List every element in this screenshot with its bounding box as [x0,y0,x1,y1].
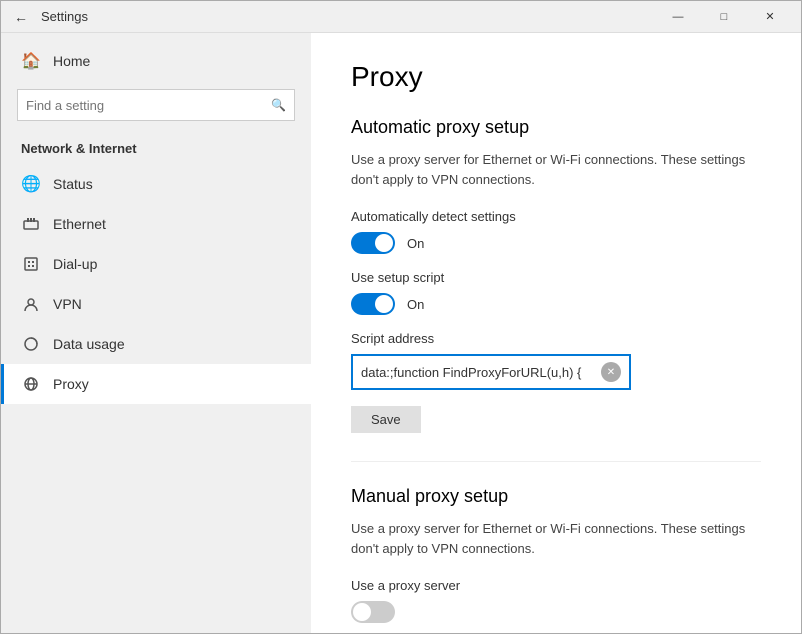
sidebar-item-label: Proxy [53,376,89,392]
auto-detect-label: Automatically detect settings [351,209,761,224]
search-input[interactable] [26,98,271,113]
window-controls: — □ ✕ [655,1,793,33]
script-address-label: Script address [351,331,761,346]
window-content: 🏠 Home 🔍 Network & Internet 🌐 Status [1,33,801,633]
setup-script-state: On [407,297,424,312]
script-address-field[interactable]: ✕ [351,354,631,390]
use-proxy-label: Use a proxy server [351,578,761,593]
save-button[interactable]: Save [351,406,421,433]
manual-description: Use a proxy server for Ethernet or Wi-Fi… [351,519,761,558]
search-box[interactable]: 🔍 [17,89,295,121]
use-proxy-toggle-row [351,601,761,623]
auto-section-title: Automatic proxy setup [351,117,761,138]
setup-script-toggle[interactable] [351,293,395,315]
auto-description: Use a proxy server for Ethernet or Wi-Fi… [351,150,761,189]
home-label: Home [53,53,90,69]
sidebar: 🏠 Home 🔍 Network & Internet 🌐 Status [1,33,311,633]
sidebar-item-label: VPN [53,296,82,312]
auto-detect-state: On [407,236,424,251]
close-button[interactable]: ✕ [747,1,793,33]
auto-detect-toggle-row: On [351,232,761,254]
vpn-icon [21,294,41,314]
sidebar-item-label: Data usage [53,336,125,352]
main-content: Proxy Automatic proxy setup Use a proxy … [311,33,801,633]
sidebar-item-datausage[interactable]: Data usage [1,324,311,364]
search-icon: 🔍 [271,98,286,112]
maximize-button[interactable]: □ [701,1,747,33]
sidebar-item-label: Ethernet [53,216,106,232]
script-address-input[interactable] [361,365,601,380]
sidebar-item-status[interactable]: 🌐 Status [1,164,311,204]
title-bar: ← Settings — □ ✕ [1,1,801,33]
sidebar-item-vpn[interactable]: VPN [1,284,311,324]
proxy-icon [21,374,41,394]
section-divider [351,461,761,462]
home-icon: 🏠 [21,51,41,71]
status-icon: 🌐 [21,174,41,194]
setup-script-label: Use setup script [351,270,761,285]
input-clear-button[interactable]: ✕ [601,362,621,382]
settings-window: ← Settings — □ ✕ 🏠 Home 🔍 Network & Inte… [0,0,802,634]
setup-script-toggle-row: On [351,293,761,315]
page-title: Proxy [351,61,761,93]
datausage-icon [21,334,41,354]
sidebar-item-dialup[interactable]: Dial-up [1,244,311,284]
sidebar-home[interactable]: 🏠 Home [1,41,311,81]
sidebar-item-label: Status [53,176,93,192]
sidebar-item-label: Dial-up [53,256,97,272]
sidebar-item-ethernet[interactable]: Ethernet [1,204,311,244]
ethernet-icon [21,214,41,234]
sidebar-section-title: Network & Internet [1,129,311,164]
auto-detect-toggle[interactable] [351,232,395,254]
back-button[interactable]: ← [9,5,33,29]
window-title: Settings [33,9,655,24]
dialup-icon [21,254,41,274]
sidebar-item-proxy[interactable]: Proxy [1,364,311,404]
use-proxy-toggle[interactable] [351,601,395,623]
minimize-button[interactable]: — [655,1,701,33]
manual-section-title: Manual proxy setup [351,486,761,507]
